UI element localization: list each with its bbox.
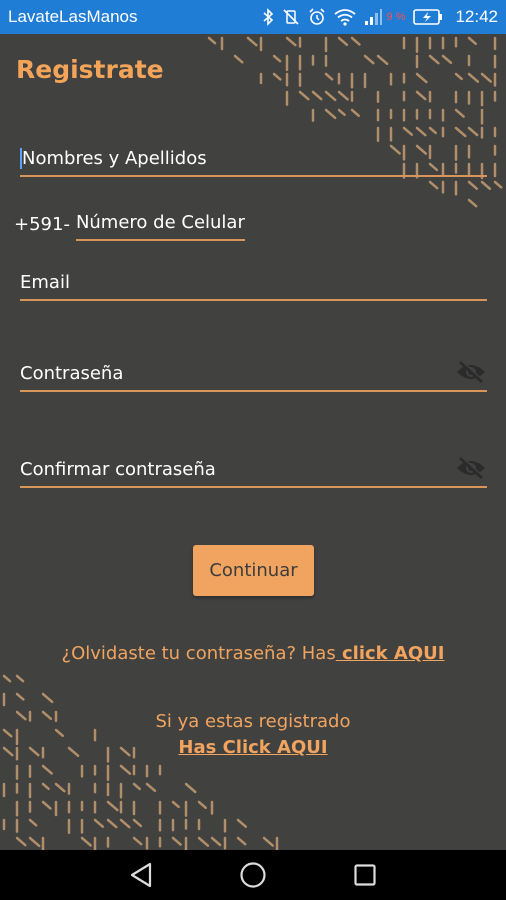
continue-button[interactable]: Continuar bbox=[193, 545, 314, 596]
back-nav-button[interactable] bbox=[126, 860, 156, 890]
email-input-placeholder: Email bbox=[20, 272, 70, 293]
vibrate-off-icon bbox=[283, 9, 300, 25]
forgot-password-link[interactable]: click AQUI bbox=[336, 643, 444, 664]
visibility-off-icon[interactable] bbox=[455, 360, 487, 384]
decorative-pattern-bottom-left bbox=[2, 674, 279, 850]
phone-prefix: +591- bbox=[14, 214, 70, 235]
login-link[interactable]: Has Click AQUI bbox=[178, 737, 327, 758]
already-registered-text: Si ya estas registrado bbox=[155, 711, 351, 732]
password-input-placeholder: Contraseña bbox=[20, 363, 124, 384]
decorative-pattern-top-right bbox=[207, 36, 503, 208]
visibility-off-icon[interactable] bbox=[455, 456, 487, 480]
login-link-row: Has Click AQUI bbox=[0, 737, 506, 758]
email-input[interactable]: Email bbox=[20, 272, 487, 301]
phone-input[interactable]: Número de Celular bbox=[75, 212, 245, 241]
status-bar: LavateLasManos 9 % 12:42 bbox=[0, 0, 506, 34]
forgot-password-row: ¿Olvidaste tu contraseña? Has click AQUI bbox=[0, 643, 506, 664]
battery-charging-icon bbox=[413, 9, 443, 25]
recents-square-icon bbox=[354, 864, 376, 886]
status-time: 12:42 bbox=[455, 7, 498, 26]
name-input[interactable]: Nombres y Apellidos bbox=[20, 148, 487, 177]
forgot-password-text: ¿Olvidaste tu contraseña? Has bbox=[61, 643, 336, 664]
phone-row: +591- Número de Celular bbox=[14, 212, 245, 241]
confirm-password-input[interactable]: Confirmar contraseña bbox=[20, 456, 487, 488]
signal-icon bbox=[365, 9, 383, 25]
password-input[interactable]: Contraseña bbox=[20, 360, 487, 392]
navigation-bar bbox=[0, 850, 506, 900]
confirm-password-input-placeholder: Confirmar contraseña bbox=[20, 459, 216, 480]
home-circle-icon bbox=[240, 862, 266, 888]
battery-percent: 9 % bbox=[386, 11, 406, 23]
status-app-name: LavateLasManos bbox=[8, 7, 138, 26]
bluetooth-icon bbox=[263, 8, 274, 26]
alarm-icon bbox=[309, 8, 326, 25]
back-triangle-icon bbox=[130, 862, 152, 888]
name-input-placeholder: Nombres y Apellidos bbox=[20, 148, 207, 169]
page-title: Registrate bbox=[16, 55, 164, 84]
recents-nav-button[interactable] bbox=[350, 860, 380, 890]
wifi-icon bbox=[334, 9, 357, 26]
home-nav-button[interactable] bbox=[238, 860, 268, 890]
status-icons: 9 % 12:42 bbox=[262, 7, 498, 27]
